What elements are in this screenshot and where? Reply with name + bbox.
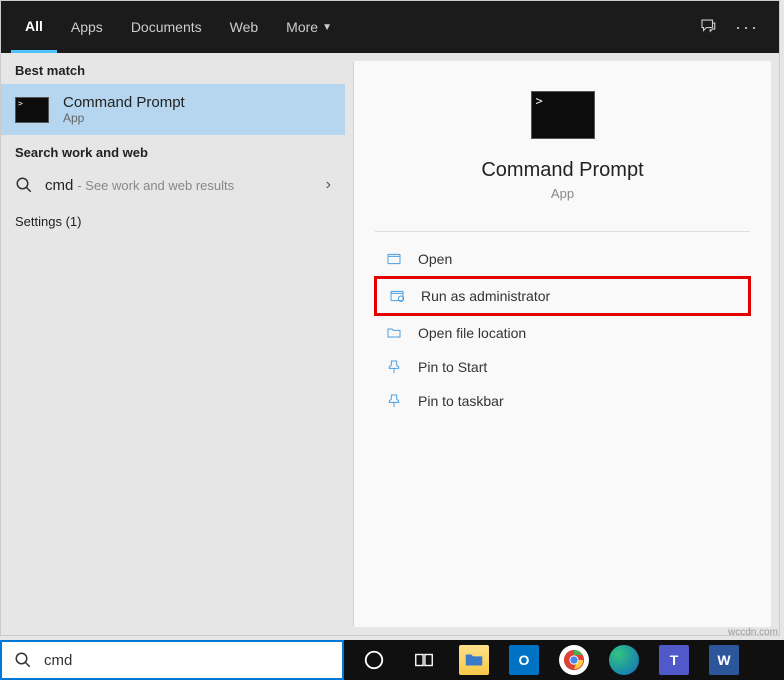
more-options-icon[interactable]: ··· xyxy=(735,17,759,38)
taskbar-word[interactable]: W xyxy=(704,640,744,680)
task-view-button[interactable] xyxy=(404,640,444,680)
start-search-window: All Apps Documents Web More ▼ ··· Best m… xyxy=(0,0,780,636)
search-input[interactable] xyxy=(44,652,330,669)
taskbar-file-explorer[interactable] xyxy=(454,640,494,680)
cortana-button[interactable] xyxy=(354,640,394,680)
web-query-text: cmd xyxy=(45,177,73,194)
taskbar-outlook[interactable]: O xyxy=(504,640,544,680)
pin-start-icon xyxy=(384,359,404,375)
result-subtitle: App xyxy=(63,111,185,125)
best-match-header: Best match xyxy=(1,53,345,84)
taskbar: O T W xyxy=(344,640,784,680)
action-run-as-administrator[interactable]: Run as administrator xyxy=(374,276,751,316)
action-pin-to-taskbar[interactable]: Pin to taskbar xyxy=(374,384,751,418)
search-icon xyxy=(15,176,33,194)
result-text: Command Prompt App xyxy=(63,94,185,125)
taskbar-teams[interactable]: T xyxy=(654,640,694,680)
open-icon xyxy=(384,251,404,267)
settings-results-row[interactable]: Settings (1) xyxy=(1,204,345,239)
taskbar-chrome[interactable] xyxy=(554,640,594,680)
result-title: Command Prompt xyxy=(63,94,185,111)
action-label: Pin to taskbar xyxy=(418,393,504,409)
command-prompt-icon-large xyxy=(531,91,595,139)
results-panel: Best match Command Prompt App Search wor… xyxy=(1,53,345,635)
tab-more[interactable]: More ▼ xyxy=(272,1,346,53)
web-query-hint: - See work and web results xyxy=(77,178,234,193)
tab-apps[interactable]: Apps xyxy=(57,1,117,53)
app-title: Command Prompt xyxy=(481,159,643,182)
divider xyxy=(375,231,750,232)
app-subtitle: App xyxy=(551,186,574,201)
action-label: Open file location xyxy=(418,325,526,341)
action-pin-to-start[interactable]: Pin to Start xyxy=(374,350,751,384)
action-label: Run as administrator xyxy=(421,288,550,304)
tab-documents[interactable]: Documents xyxy=(117,1,216,53)
folder-location-icon xyxy=(384,325,404,341)
chevron-down-icon: ▼ xyxy=(322,22,332,33)
pin-taskbar-icon xyxy=(384,393,404,409)
action-open-file-location[interactable]: Open file location xyxy=(374,316,751,350)
command-prompt-icon xyxy=(15,97,49,123)
search-body: Best match Command Prompt App Search wor… xyxy=(1,53,779,635)
action-label: Pin to Start xyxy=(418,359,487,375)
watermark: wccdn.com xyxy=(728,627,778,638)
tab-web[interactable]: Web xyxy=(216,1,273,53)
tab-more-label: More xyxy=(286,19,318,35)
result-command-prompt[interactable]: Command Prompt App xyxy=(1,84,345,135)
search-scope-tabs: All Apps Documents Web More ▼ ··· xyxy=(1,1,779,53)
chevron-right-icon: › xyxy=(326,176,331,194)
search-input-bar[interactable] xyxy=(0,640,344,680)
taskbar-edge[interactable] xyxy=(604,640,644,680)
feedback-icon[interactable] xyxy=(699,17,717,38)
search-work-web-header: Search work and web xyxy=(1,135,345,166)
action-label: Open xyxy=(418,251,452,267)
shield-admin-icon xyxy=(387,288,407,304)
search-icon xyxy=(14,651,32,669)
action-open[interactable]: Open xyxy=(374,242,751,276)
web-search-row[interactable]: cmd - See work and web results › xyxy=(1,166,345,204)
actions-list: Open Run as administrator Open file loca… xyxy=(354,242,771,418)
details-panel: Command Prompt App Open Run as administr… xyxy=(353,61,771,627)
tab-all[interactable]: All xyxy=(11,1,57,53)
